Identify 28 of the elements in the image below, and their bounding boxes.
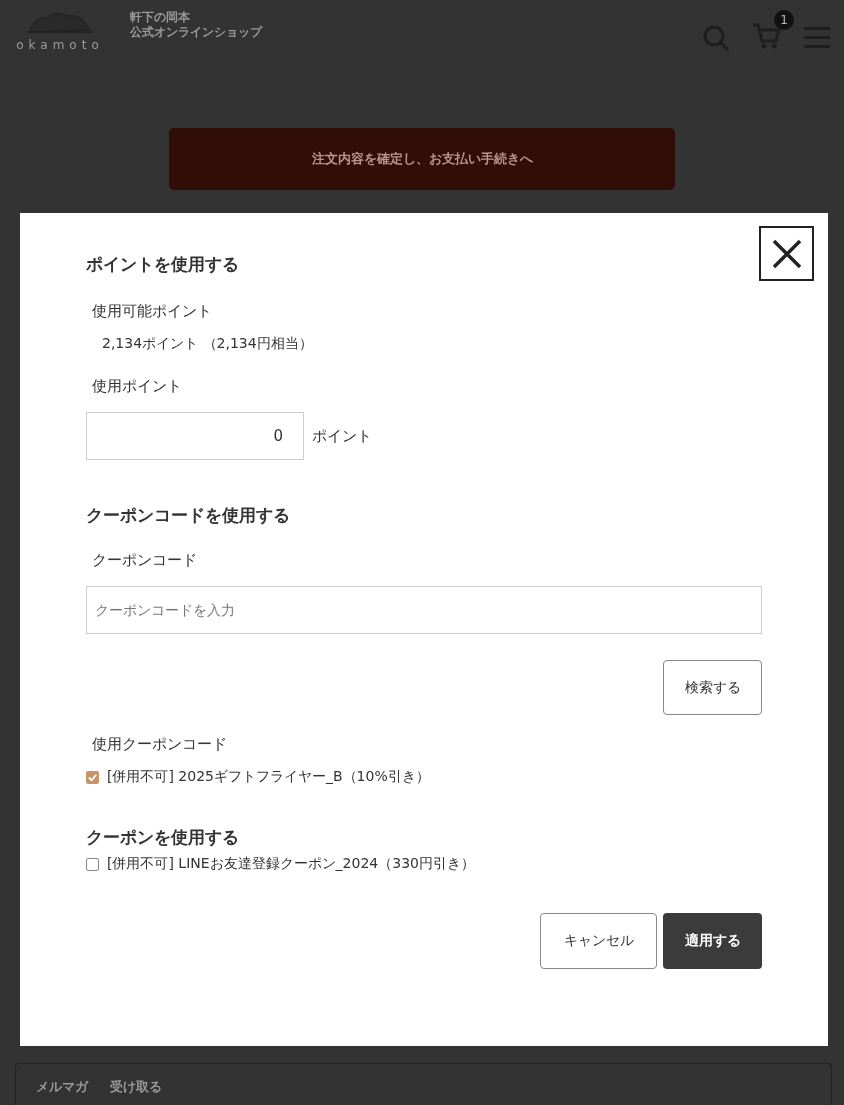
coupon-label: [併用不可] 2025ギフトフライヤー_B（10%引き）: [107, 768, 430, 786]
apply-button[interactable]: 適用する: [663, 913, 762, 969]
cart-badge: 1: [774, 10, 794, 30]
field-label: 使用可能ポイント: [91, 302, 213, 321]
coupon-code-input[interactable]: クーポンコードを入力: [86, 586, 762, 634]
field-label: 使用クーポンコード: [91, 735, 228, 754]
section-title: ポイントを使用する: [86, 253, 240, 276]
newsletter-label: メルマガ: [36, 1078, 88, 1096]
newsletter-value: 受け取る: [110, 1078, 162, 1096]
search-button[interactable]: 検索する: [663, 660, 762, 715]
shop-name: 軒下の岡本: [130, 10, 191, 25]
checkbox[interactable]: [86, 770, 99, 784]
checkbox[interactable]: [86, 857, 99, 871]
field-label: 使用ポイント: [91, 377, 183, 396]
close-button[interactable]: [759, 226, 814, 281]
available-points: 2,134ポイント （2,134円相当）: [102, 335, 314, 353]
section-title: クーポンを使用する: [86, 826, 240, 849]
close-icon: [770, 237, 803, 270]
section-title: クーポンコードを使用する: [86, 504, 291, 527]
points-input[interactable]: 0: [86, 412, 304, 460]
shop-subtitle: 公式オンラインショップ: [130, 25, 262, 40]
cancel-button[interactable]: キャンセル: [540, 913, 657, 969]
checkout-button[interactable]: 注文内容を確定し、お支払い手続きへ: [169, 128, 675, 190]
points-unit: ポイント: [312, 426, 372, 446]
coupon-label: [併用不可] LINEお友達登録クーポン_2024（330円引き）: [107, 855, 475, 873]
cart-icon[interactable]: [752, 22, 782, 50]
logo-text: okamoto: [16, 38, 104, 52]
field-label: クーポンコード: [91, 551, 198, 570]
